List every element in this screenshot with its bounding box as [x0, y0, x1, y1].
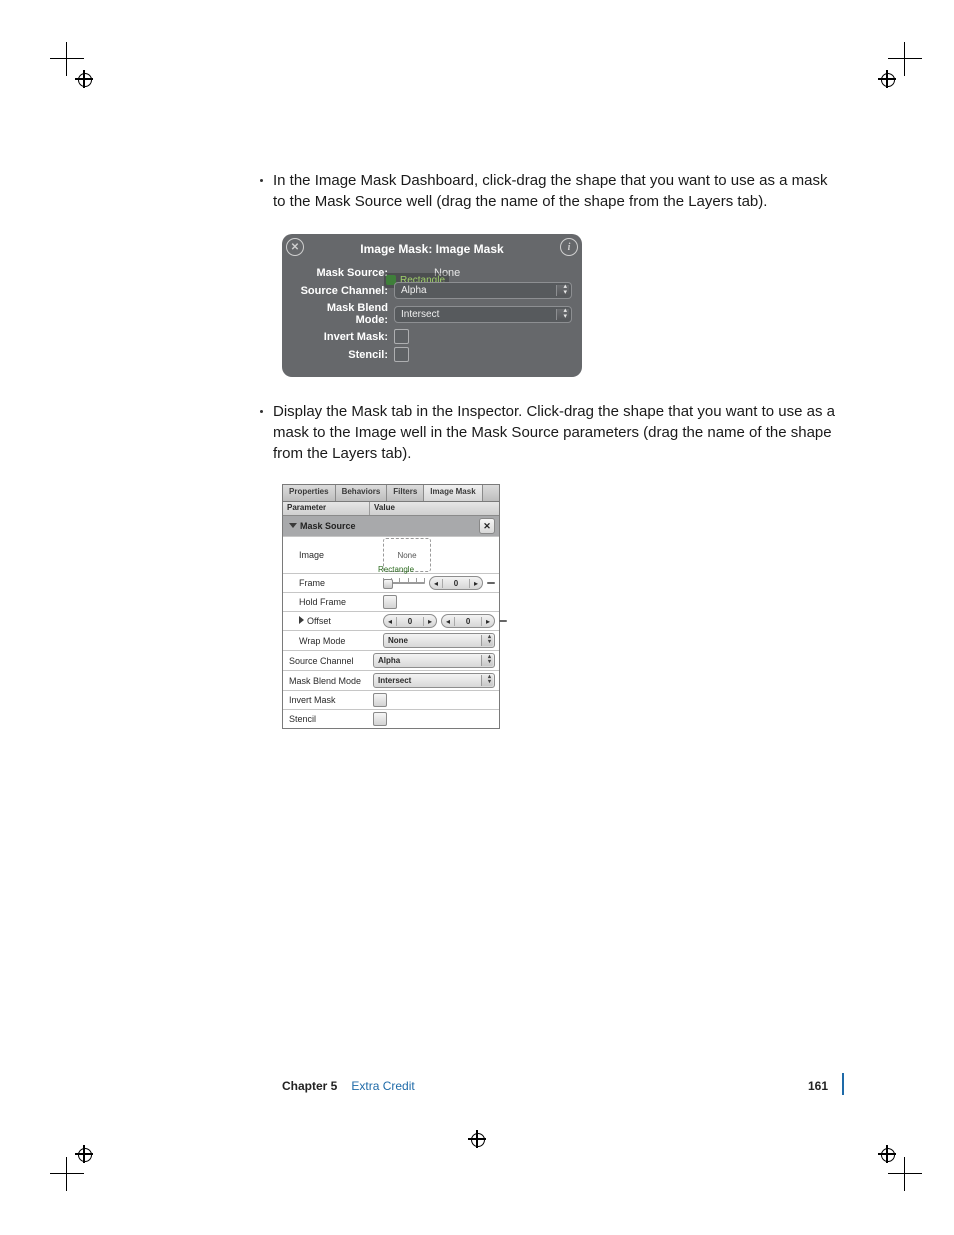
frame-slider[interactable] — [383, 578, 425, 588]
stencil-label: Stencil — [283, 712, 369, 726]
stencil-label: Stencil: — [292, 349, 388, 361]
keyframe-indicator[interactable] — [499, 620, 507, 622]
hold-frame-label: Hold Frame — [283, 595, 379, 609]
tab-properties[interactable]: Properties — [283, 485, 336, 501]
bullet-item: Display the Mask tab in the Inspector. C… — [260, 401, 840, 464]
disclosure-down-icon[interactable] — [289, 523, 297, 528]
source-channel-label: Source Channel — [283, 654, 369, 668]
image-mask-hud: ✕ i Image Mask: Image Mask Mask Source: … — [282, 234, 582, 377]
chapter-label: Chapter 5 — [282, 1079, 337, 1093]
source-channel-dropdown[interactable]: Alpha▴▾ — [373, 653, 495, 668]
body-text: Display the Mask tab in the Inspector. C… — [273, 401, 840, 464]
info-icon[interactable]: i — [560, 238, 578, 256]
column-header: Parameter Value — [283, 502, 499, 516]
disclosure-right-icon — [299, 616, 304, 624]
close-icon[interactable]: ✕ — [286, 238, 304, 256]
stepper-right-icon: ▸ — [470, 579, 482, 588]
blend-mode-dropdown[interactable]: Intersect ▴▾ — [394, 306, 572, 323]
offset-y-stepper[interactable]: ◂0▸ — [441, 614, 495, 628]
image-well[interactable]: None Rectangle — [383, 538, 431, 572]
stencil-checkbox[interactable] — [373, 712, 387, 726]
drag-chip[interactable]: Rectangle — [378, 565, 414, 574]
wrap-mode-dropdown[interactable]: None▴▾ — [383, 633, 495, 648]
clear-source-button[interactable]: ✕ — [479, 518, 495, 534]
col-parameter: Parameter — [283, 502, 370, 515]
footer-divider — [842, 1073, 844, 1095]
offset-x-stepper[interactable]: ◂0▸ — [383, 614, 437, 628]
page-number: 161 — [808, 1079, 828, 1093]
registration-mark — [75, 1145, 93, 1163]
source-channel-dropdown[interactable]: Alpha ▴▾ — [394, 282, 572, 299]
invert-mask-label: Invert Mask — [283, 693, 369, 707]
mask-source-group[interactable]: Mask Source ✕ — [283, 516, 499, 537]
mask-source-well[interactable]: None Rectangle — [394, 267, 572, 279]
page-footer: Chapter 5 Extra Credit 161 — [282, 1077, 844, 1095]
keyframe-indicator[interactable] — [487, 582, 495, 584]
tab-image-mask[interactable]: Image Mask — [424, 485, 482, 501]
registration-mark — [75, 70, 93, 88]
registration-mark — [878, 70, 896, 88]
body-text: In the Image Mask Dashboard, click-drag … — [273, 170, 840, 212]
inspector-panel: Properties Behaviors Filters Image Mask … — [282, 484, 500, 729]
mask-source-label: Mask Source: — [292, 267, 388, 279]
tab-filters[interactable]: Filters — [387, 485, 424, 501]
stencil-checkbox[interactable] — [394, 347, 409, 362]
invert-mask-checkbox[interactable] — [373, 693, 387, 707]
bullet-item: In the Image Mask Dashboard, click-drag … — [260, 170, 840, 212]
blend-mode-dropdown[interactable]: Intersect▴▾ — [373, 673, 495, 688]
image-label: Image — [283, 548, 379, 562]
registration-mark — [878, 1145, 896, 1163]
frame-stepper[interactable]: ◂ 0 ▸ — [429, 576, 483, 590]
blend-mode-label: Mask Blend Mode: — [292, 302, 388, 326]
hud-title: Image Mask: Image Mask — [292, 240, 572, 264]
invert-mask-label: Invert Mask: — [292, 331, 388, 343]
hold-frame-checkbox[interactable] — [383, 595, 397, 609]
wrap-mode-label: Wrap Mode — [283, 634, 379, 648]
invert-mask-checkbox[interactable] — [394, 329, 409, 344]
offset-label[interactable]: Offset — [283, 614, 379, 628]
registration-mark — [468, 1130, 486, 1148]
frame-label: Frame — [283, 576, 379, 590]
source-channel-label: Source Channel: — [292, 285, 388, 297]
chapter-title: Extra Credit — [351, 1079, 414, 1093]
tab-bar: Properties Behaviors Filters Image Mask — [283, 485, 499, 502]
blend-mode-label: Mask Blend Mode — [283, 674, 369, 688]
stepper-left-icon: ◂ — [430, 579, 443, 588]
col-value: Value — [370, 502, 399, 515]
tab-behaviors[interactable]: Behaviors — [336, 485, 388, 501]
